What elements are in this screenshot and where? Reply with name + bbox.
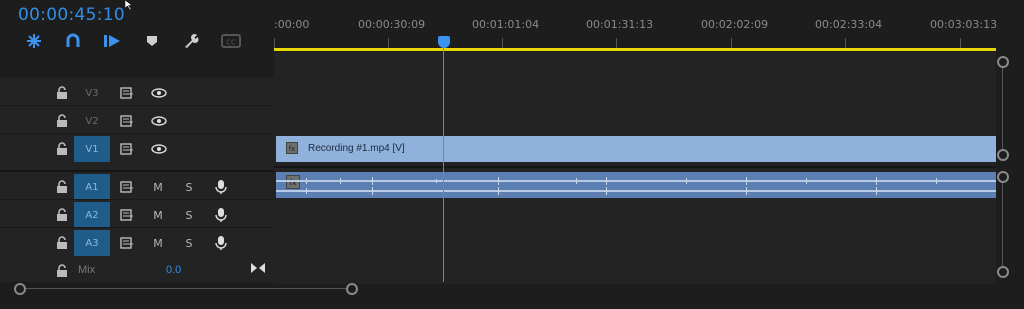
track-header-v3: V3 xyxy=(0,80,274,106)
marker-icon[interactable] xyxy=(142,31,162,51)
video-audio-divider[interactable] xyxy=(0,170,274,172)
linked-selection-icon[interactable] xyxy=(63,31,83,51)
track-name[interactable]: A2 xyxy=(74,202,110,228)
audio-clip[interactable]: fx xyxy=(276,172,996,198)
svg-text:CC: CC xyxy=(226,39,236,47)
video-scroll-top-handle[interactable] xyxy=(997,56,1009,68)
lock-icon[interactable] xyxy=(56,86,68,99)
solo-button[interactable]: S xyxy=(181,207,197,223)
ruler-tick: 00:01:01:04 xyxy=(472,18,540,31)
track-header-a1: A1 M S xyxy=(0,174,274,200)
zoom-scroll-left-handle[interactable] xyxy=(14,283,26,295)
track-header-a2: A2 M S xyxy=(0,202,274,228)
ruler-tick: 00:03:03:13 xyxy=(930,18,998,31)
track-header-v2: V2 xyxy=(0,108,274,134)
fx-badge-icon: fx xyxy=(286,142,298,154)
captions-icon[interactable]: CC xyxy=(221,31,241,51)
eye-icon[interactable] xyxy=(151,144,167,154)
playhead-line[interactable] xyxy=(443,38,444,282)
timeline-tracks-area[interactable] xyxy=(274,52,996,284)
clip-label: Recording #1.mp4 [V] xyxy=(308,143,405,154)
track-name[interactable]: V1 xyxy=(74,136,110,162)
lock-icon[interactable] xyxy=(56,208,68,221)
audio-scroll-bottom-handle[interactable] xyxy=(997,266,1009,278)
mute-button[interactable]: M xyxy=(150,235,166,251)
mix-label: Mix xyxy=(78,264,96,276)
snap-icon[interactable] xyxy=(24,31,44,51)
sync-lock-icon[interactable] xyxy=(120,87,134,99)
mix-volume-value[interactable]: 0.0 xyxy=(166,264,181,276)
mute-button[interactable]: M xyxy=(150,207,166,223)
work-area-bar[interactable] xyxy=(274,48,996,51)
sync-lock-icon[interactable] xyxy=(120,237,134,249)
track-name[interactable]: A3 xyxy=(74,230,110,256)
zoom-scroll-track[interactable] xyxy=(22,288,352,289)
track-name[interactable]: V2 xyxy=(74,108,110,134)
microphone-icon[interactable] xyxy=(215,207,227,223)
time-ruler[interactable]: :00:00 00:00:30:09 00:01:01:04 00:01:31:… xyxy=(274,0,998,50)
video-scroll-bottom-handle[interactable] xyxy=(997,149,1009,161)
track-name[interactable]: V3 xyxy=(74,80,110,106)
track-header-a3: A3 M S xyxy=(0,230,274,256)
sync-lock-icon[interactable] xyxy=(120,181,134,193)
zoom-scroll-right-handle[interactable] xyxy=(346,283,358,295)
ruler-tick: 00:01:31:13 xyxy=(586,18,654,31)
video-clip[interactable]: fx Recording #1.mp4 [V] xyxy=(276,136,996,162)
audio-scroll-track[interactable] xyxy=(1002,178,1003,272)
ruler-tick: 00:02:02:09 xyxy=(701,18,769,31)
ruler-tick: 00:00:30:09 xyxy=(358,18,426,31)
ruler-tick: 00:02:33:04 xyxy=(815,18,883,31)
mouse-cursor-icon xyxy=(125,0,133,10)
sync-lock-icon[interactable] xyxy=(120,115,134,127)
sync-lock-icon[interactable] xyxy=(120,143,134,155)
timeline-divider xyxy=(274,166,996,168)
microphone-icon[interactable] xyxy=(215,179,227,195)
ruler-ticks xyxy=(274,38,961,48)
timecode-display[interactable]: 00:00:45:10 xyxy=(18,5,125,25)
lock-icon[interactable] xyxy=(56,180,68,193)
mute-button[interactable]: M xyxy=(150,179,166,195)
track-name[interactable]: A1 xyxy=(74,174,110,200)
solo-button[interactable]: S xyxy=(181,179,197,195)
audio-scroll-top-handle[interactable] xyxy=(997,171,1009,183)
ruler-tick: :00:00 xyxy=(274,18,310,31)
track-header-v1: V1 xyxy=(0,136,274,162)
audio-waveform xyxy=(276,177,996,195)
eye-icon[interactable] xyxy=(151,116,167,126)
video-scroll-track[interactable] xyxy=(1002,62,1003,156)
sync-lock-icon[interactable] xyxy=(120,209,134,221)
svg-text:fx: fx xyxy=(289,145,296,153)
lock-icon[interactable] xyxy=(56,264,68,277)
solo-button[interactable]: S xyxy=(181,235,197,251)
microphone-icon[interactable] xyxy=(215,235,227,251)
wrench-icon[interactable] xyxy=(181,31,201,51)
lock-icon[interactable] xyxy=(56,236,68,249)
track-headers-panel: V3 V2 V1 A1 M S A2 M S A3 M S xyxy=(0,78,274,282)
eye-icon[interactable] xyxy=(151,88,167,98)
lock-icon[interactable] xyxy=(56,142,68,155)
playhead-handle[interactable] xyxy=(438,36,450,48)
go-to-in-out-icon[interactable] xyxy=(250,262,266,274)
lock-icon[interactable] xyxy=(56,114,68,127)
insert-edit-icon[interactable] xyxy=(102,31,122,51)
